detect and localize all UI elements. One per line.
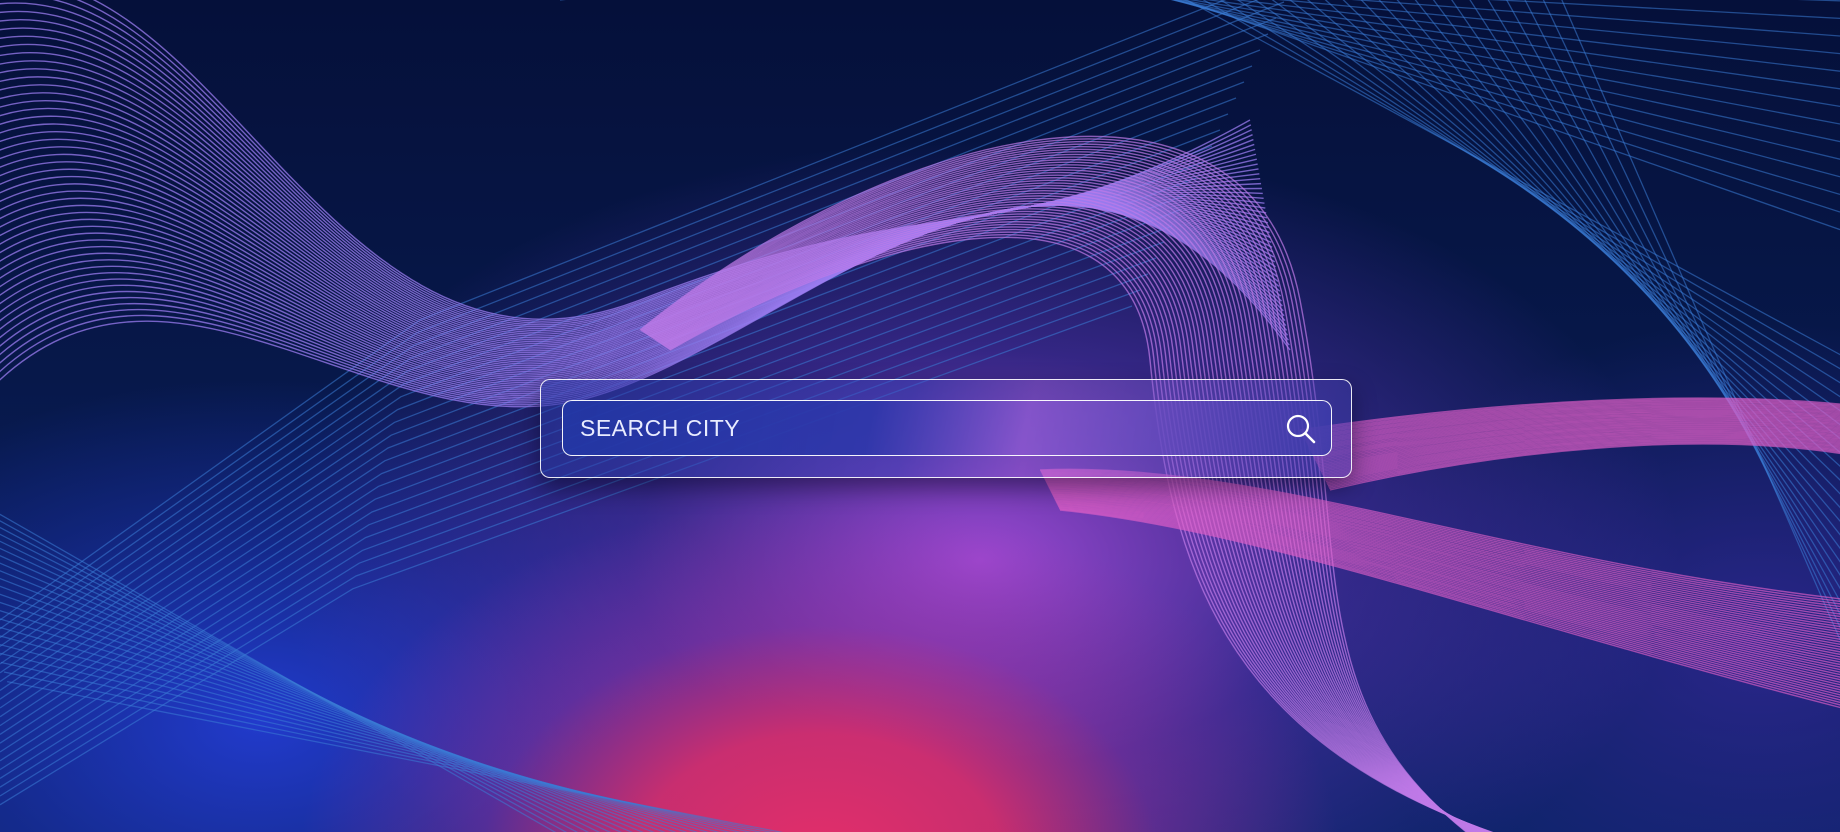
background-line [0, 225, 1173, 762]
background-line [0, 10, 1254, 328]
background-line [1205, 0, 1840, 90]
background-line [0, 202, 1280, 384]
background-line [0, 35, 1257, 333]
search-box[interactable] [562, 400, 1332, 456]
search-icon[interactable] [1285, 413, 1317, 445]
background-line [0, 661, 763, 832]
background-line [1188, 0, 1840, 108]
background-line [1797, 0, 1840, 2]
background-line [7, 680, 784, 832]
search-panel [540, 379, 1352, 478]
background-line [0, 652, 752, 832]
background-line [1306, 0, 1840, 454]
background-line [1185, 0, 1840, 356]
background-line [1058, 505, 1840, 699]
background-line [0, 203, 1281, 386]
page-background [0, 0, 1840, 832]
background-line [3, 671, 773, 832]
search-input[interactable] [563, 401, 1263, 455]
background-line [0, 19, 1255, 330]
background-line [1172, 0, 1840, 143]
